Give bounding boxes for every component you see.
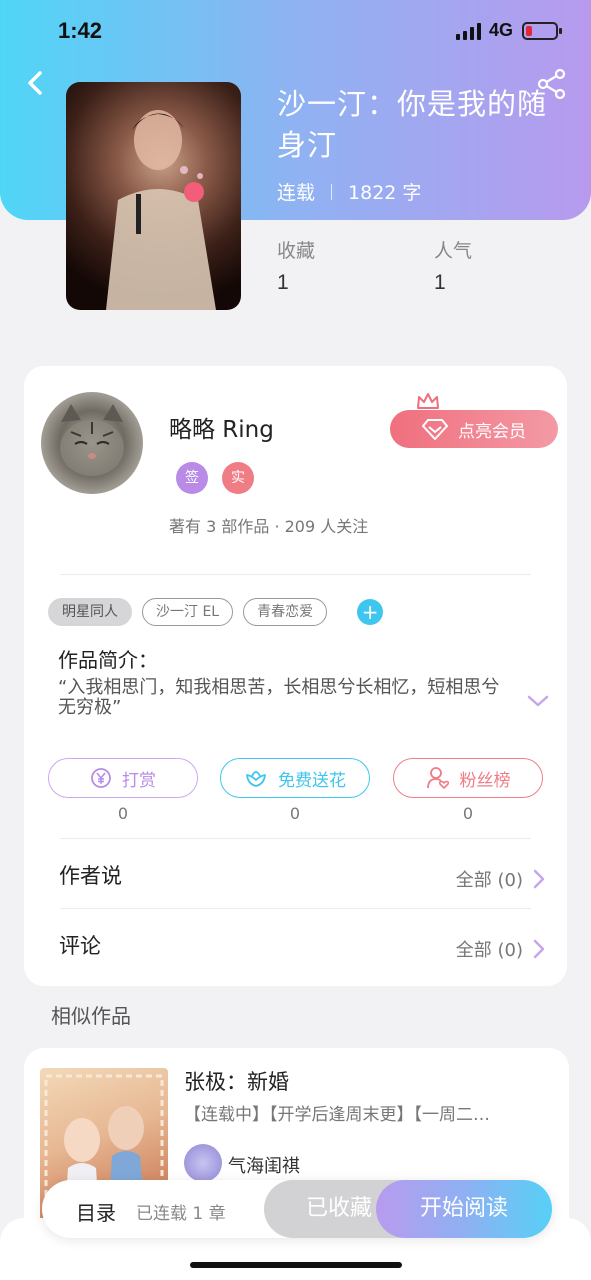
author-says-label: 作者说 bbox=[59, 864, 122, 888]
book-title: 沙一汀：你是我的随身汀 bbox=[277, 87, 548, 162]
crown-icon bbox=[417, 393, 439, 409]
back-button[interactable] bbox=[22, 68, 52, 98]
comments-link[interactable]: 全部 (0) bbox=[456, 936, 545, 962]
chevron-right-icon bbox=[533, 869, 545, 889]
divider bbox=[60, 908, 531, 909]
book-detail-card: 略略 Ring 签 实 著有 3 部作品 · 209 人关注 点亮会员 明星同人… bbox=[24, 366, 567, 986]
reward-count: 0 bbox=[117, 804, 129, 823]
start-reading-button[interactable]: 开始阅读 bbox=[376, 1180, 552, 1238]
reward-label: 打赏 bbox=[122, 770, 156, 791]
battery-icon bbox=[522, 22, 562, 40]
book-status: 连载 bbox=[277, 182, 316, 204]
divider bbox=[60, 838, 531, 839]
tag-list: 明星同人 沙一汀 EL 青春恋爱 + bbox=[48, 598, 384, 626]
chevron-down-icon[interactable] bbox=[527, 694, 549, 708]
toc-button[interactable]: 目录 bbox=[76, 1197, 116, 1226]
divider bbox=[60, 574, 531, 575]
author-meta: 著有 3 部作品 · 209 人关注 bbox=[169, 517, 369, 536]
author-says-link[interactable]: 全部 (0) bbox=[456, 866, 545, 892]
fan-ranking-button[interactable]: 粉丝榜 bbox=[393, 758, 543, 798]
diamond-icon bbox=[422, 419, 448, 440]
similar-author-avatar bbox=[184, 1144, 222, 1182]
stat-label: 收藏 bbox=[277, 240, 316, 262]
book-word-count: 1822 字 bbox=[348, 182, 422, 204]
flower-count: 0 bbox=[289, 804, 301, 823]
stat-favorites: 收藏 1 bbox=[277, 236, 315, 295]
stat-value: 1 bbox=[434, 271, 446, 294]
meta-divider bbox=[331, 183, 333, 200]
reward-button[interactable]: 打赏 bbox=[48, 758, 198, 798]
network-label: 4G bbox=[489, 20, 514, 40]
author-avatar[interactable] bbox=[41, 392, 143, 494]
vip-label: 点亮会员 bbox=[458, 421, 526, 442]
add-tag-button[interactable]: + bbox=[357, 599, 384, 625]
tag[interactable]: 青春恋爱 bbox=[243, 598, 328, 626]
fan-icon bbox=[426, 767, 449, 789]
toc-count[interactable]: 已连载 1 章 bbox=[136, 1199, 226, 1224]
similar-book-title[interactable]: 张极：新婚 bbox=[184, 1066, 289, 1096]
home-indicator bbox=[190, 1262, 402, 1268]
fan-count: 0 bbox=[462, 804, 474, 823]
comments-count: 全部 (0) bbox=[455, 940, 523, 961]
send-flower-label: 免费送花 bbox=[278, 770, 346, 791]
bottom-action-bar: 目录 已连载 1 章 已收藏 开始阅读 bbox=[42, 1180, 552, 1238]
intro-label: 作品简介： bbox=[58, 648, 158, 672]
signal-icon bbox=[456, 22, 481, 40]
send-flower-button[interactable]: 免费送花 bbox=[220, 758, 370, 798]
flower-icon bbox=[246, 771, 266, 787]
chevron-left-icon bbox=[28, 71, 42, 95]
intro-text: “入我相思门，知我相思苦，长相思兮长相忆，短相思兮无穷极” bbox=[58, 677, 500, 718]
status-bar: 1:42 4G bbox=[0, 0, 591, 64]
author-says-count: 全部 (0) bbox=[455, 870, 523, 891]
similar-section-title: 相似作品 bbox=[51, 1004, 131, 1028]
similar-book-desc: 【连载中】【开学后逢周末更】【一周二… bbox=[184, 1105, 490, 1125]
tag[interactable]: 明星同人 bbox=[48, 598, 132, 626]
chevron-right-icon bbox=[533, 939, 545, 959]
author-name[interactable]: 略略 Ring bbox=[169, 410, 274, 444]
yen-icon bbox=[91, 768, 111, 788]
stat-popularity: 人气 1 bbox=[434, 236, 472, 295]
verified-badge: 实 bbox=[222, 462, 254, 494]
book-cover[interactable] bbox=[66, 82, 241, 310]
similar-author-name: 气海闺祺 bbox=[228, 1156, 300, 1177]
book-meta: 连载 1822 字 bbox=[277, 178, 421, 205]
comments-label: 评论 bbox=[59, 934, 101, 958]
stat-label: 人气 bbox=[434, 240, 473, 262]
status-time: 1:42 bbox=[58, 18, 103, 43]
stat-value: 1 bbox=[277, 271, 289, 294]
tag[interactable]: 沙一汀 EL bbox=[142, 598, 234, 626]
fan-ranking-label: 粉丝榜 bbox=[459, 770, 511, 791]
signed-badge: 签 bbox=[176, 462, 208, 494]
vip-button[interactable]: 点亮会员 bbox=[390, 410, 558, 448]
